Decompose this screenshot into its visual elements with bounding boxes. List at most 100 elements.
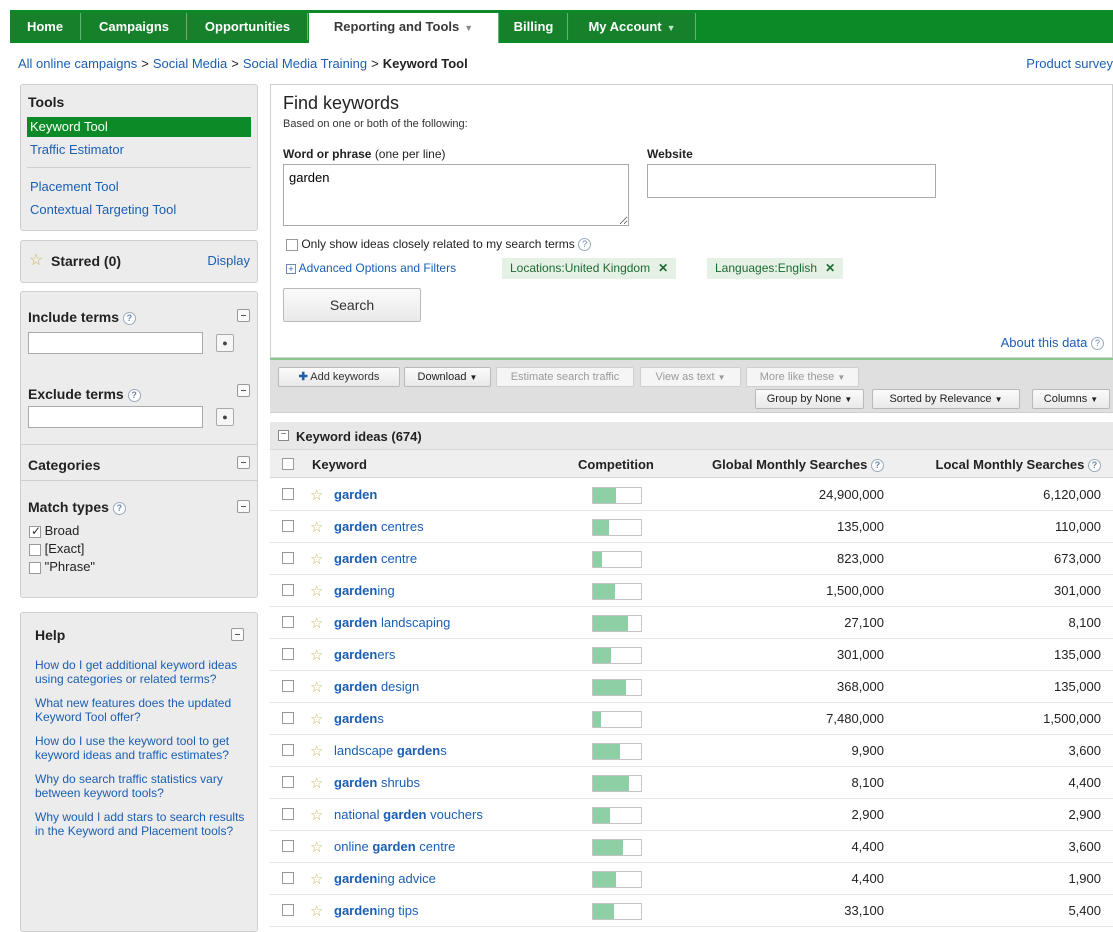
about-this-data-link[interactable]: About this data ?: [1001, 335, 1104, 351]
row-checkbox[interactable]: [282, 584, 294, 596]
advanced-options-link[interactable]: + Advanced Options and Filters: [286, 261, 456, 275]
breadcrumb-all-campaigns[interactable]: All online campaigns: [18, 56, 137, 71]
match-type-broad[interactable]: Broad: [29, 523, 79, 538]
row-checkbox[interactable]: [282, 808, 294, 820]
keyword-ideas-header[interactable]: − Keyword ideas (674): [270, 422, 1113, 450]
collapse-categories-button[interactable]: [237, 456, 250, 469]
keyword-link[interactable]: gardening: [334, 583, 395, 598]
keyword-link[interactable]: gardeners: [334, 647, 395, 662]
star-icon[interactable]: ☆: [310, 614, 323, 632]
keyword-link[interactable]: gardening advice: [334, 871, 436, 886]
collapse-include-button[interactable]: [237, 309, 250, 322]
search-button[interactable]: Search: [283, 288, 421, 322]
row-checkbox[interactable]: [282, 840, 294, 852]
product-survey-link[interactable]: Product survey: [1026, 56, 1113, 71]
select-all-checkbox[interactable]: [282, 458, 294, 470]
columns-dropdown[interactable]: Columns ▼: [1032, 389, 1110, 409]
help-link[interactable]: What new features does the updated Keywo…: [35, 696, 245, 724]
sort-by-dropdown[interactable]: Sorted by Relevance ▼: [872, 389, 1020, 409]
keyword-link[interactable]: garden design: [334, 679, 419, 694]
collapse-help-button[interactable]: [231, 628, 244, 641]
match-type-exact[interactable]: [Exact]: [29, 541, 84, 556]
breadcrumb-social-media[interactable]: Social Media: [153, 56, 227, 71]
col-global-searches[interactable]: Global Monthly Searches ?: [712, 457, 884, 473]
star-icon[interactable]: ☆: [310, 838, 323, 856]
star-icon[interactable]: ☆: [310, 806, 323, 824]
breadcrumb-social-media-training[interactable]: Social Media Training: [243, 56, 367, 71]
row-checkbox[interactable]: [282, 680, 294, 692]
keyword-link[interactable]: national garden vouchers: [334, 807, 483, 822]
row-checkbox[interactable]: [282, 744, 294, 756]
star-icon[interactable]: ☆: [310, 678, 323, 696]
add-exclude-term-button[interactable]: ●: [216, 408, 234, 426]
view-as-text-button[interactable]: View as text ▼: [640, 367, 741, 387]
collapse-exclude-button[interactable]: [237, 384, 250, 397]
website-input[interactable]: [647, 164, 936, 198]
star-icon[interactable]: ☆: [310, 870, 323, 888]
star-icon[interactable]: ☆: [310, 582, 323, 600]
help-link[interactable]: How do I get additional keyword ideas us…: [35, 658, 245, 686]
more-like-these-button[interactable]: More like these ▼: [746, 367, 859, 387]
estimate-traffic-button[interactable]: Estimate search traffic: [496, 367, 634, 387]
star-icon[interactable]: ☆: [310, 710, 323, 728]
star-icon[interactable]: ☆: [310, 646, 323, 664]
keyword-link[interactable]: garden centres: [334, 519, 424, 534]
help-icon[interactable]: ?: [122, 311, 136, 325]
help-icon[interactable]: ?: [871, 459, 884, 473]
row-checkbox[interactable]: [282, 488, 294, 500]
row-checkbox[interactable]: [282, 776, 294, 788]
collapse-match-types-button[interactable]: [237, 500, 250, 513]
star-icon[interactable]: ☆: [310, 518, 323, 536]
help-icon[interactable]: ?: [578, 238, 592, 252]
keyword-link[interactable]: garden: [334, 487, 377, 502]
checkbox[interactable]: [29, 543, 41, 556]
row-checkbox[interactable]: [282, 872, 294, 884]
close-icon[interactable]: ✕: [825, 261, 835, 275]
keyword-link[interactable]: landscape gardens: [334, 743, 447, 758]
help-link[interactable]: How do I use the keyword tool to get key…: [35, 734, 245, 762]
download-button[interactable]: Download ▼: [404, 367, 491, 387]
keyword-link[interactable]: garden shrubs: [334, 775, 420, 790]
row-checkbox[interactable]: [282, 520, 294, 532]
add-keywords-button[interactable]: ✚ Add keywords: [278, 367, 400, 387]
closely-related-option[interactable]: Only show ideas closely related to my se…: [286, 237, 592, 252]
star-icon[interactable]: ☆: [310, 774, 323, 792]
collapse-icon[interactable]: −: [278, 430, 289, 441]
starred-display-link[interactable]: Display: [207, 253, 250, 268]
row-checkbox[interactable]: [282, 648, 294, 660]
tab-my-account[interactable]: My Account ▼: [569, 13, 696, 40]
star-icon[interactable]: ☆: [310, 550, 323, 568]
group-by-dropdown[interactable]: Group by None ▼: [755, 389, 864, 409]
help-icon[interactable]: ?: [112, 501, 126, 515]
add-include-term-button[interactable]: ●: [216, 334, 234, 352]
tab-reporting-and-tools[interactable]: Reporting and Tools ▼: [309, 13, 499, 43]
row-checkbox[interactable]: [282, 552, 294, 564]
match-type-phrase[interactable]: "Phrase": [29, 559, 95, 574]
keyword-link[interactable]: gardening tips: [334, 903, 419, 918]
exclude-terms-input[interactable]: [28, 406, 203, 428]
tool-placement-tool[interactable]: Placement Tool: [30, 179, 119, 194]
keyword-link[interactable]: garden landscaping: [334, 615, 450, 630]
tab-billing[interactable]: Billing: [500, 13, 568, 40]
help-link[interactable]: Why would I add stars to search results …: [35, 810, 245, 838]
tab-campaigns[interactable]: Campaigns: [82, 13, 187, 40]
star-icon[interactable]: ☆: [310, 902, 323, 920]
col-keyword[interactable]: Keyword: [312, 457, 367, 472]
word-phrase-input[interactable]: garden: [283, 164, 629, 226]
checkbox[interactable]: [29, 524, 41, 538]
col-local-searches[interactable]: Local Monthly Searches ?: [936, 457, 1101, 473]
tab-opportunities[interactable]: Opportunities: [188, 13, 308, 40]
tool-traffic-estimator[interactable]: Traffic Estimator: [30, 142, 124, 157]
keyword-link[interactable]: online garden centre: [334, 839, 455, 854]
help-icon[interactable]: ?: [1088, 459, 1101, 473]
help-link[interactable]: Why do search traffic statistics vary be…: [35, 772, 245, 800]
keyword-link[interactable]: garden centre: [334, 551, 417, 566]
col-competition[interactable]: Competition: [578, 457, 654, 472]
checkbox[interactable]: [29, 561, 41, 574]
row-checkbox[interactable]: [282, 904, 294, 916]
row-checkbox[interactable]: [282, 712, 294, 724]
keyword-link[interactable]: gardens: [334, 711, 384, 726]
include-terms-input[interactable]: [28, 332, 203, 354]
tool-contextual-targeting[interactable]: Contextual Targeting Tool: [30, 202, 176, 217]
star-icon[interactable]: ☆: [310, 742, 323, 760]
